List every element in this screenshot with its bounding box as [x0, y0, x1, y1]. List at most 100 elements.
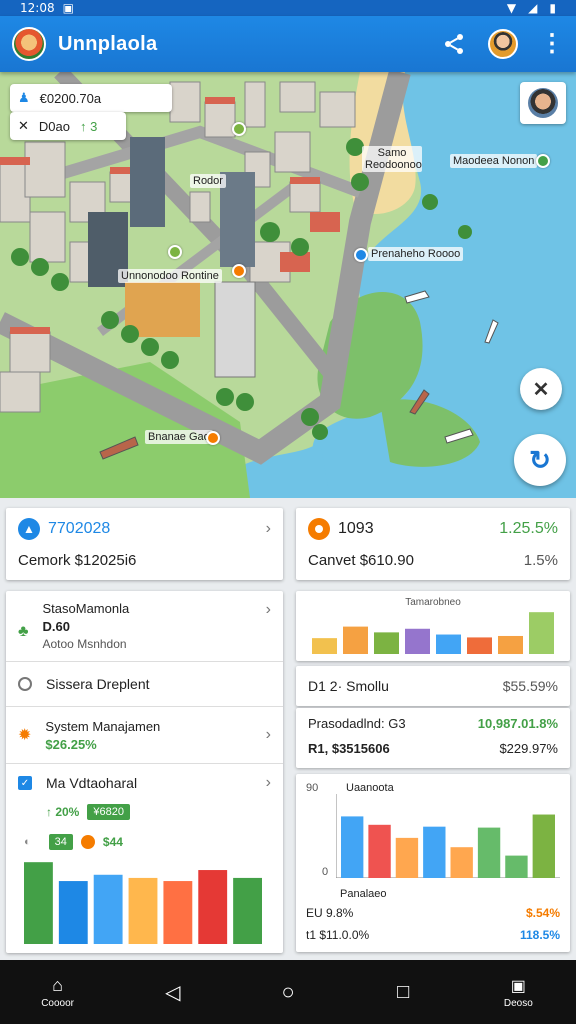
circle-home-icon: ○: [281, 979, 295, 1004]
chart-bar: [395, 837, 419, 878]
value-badge: ¥6820: [87, 804, 130, 820]
chart-bar: [93, 874, 123, 944]
chart-bar: [436, 634, 461, 654]
app-title: Unnplaola: [58, 32, 158, 55]
list-item-value: $26.25%: [45, 736, 97, 752]
map-pin-icon[interactable]: [232, 264, 246, 278]
recents-button[interactable]: □: [373, 981, 433, 1004]
totals-value-2: $229.97%: [499, 741, 558, 756]
map-pin-icon[interactable]: [354, 248, 368, 262]
chevron-right-icon[interactable]: ›: [266, 726, 271, 744]
gear-icon: ✹: [18, 727, 32, 744]
y-axis-tick: 90: [306, 782, 319, 794]
bottom-row-value: $.54%: [525, 906, 560, 920]
stat-row-card[interactable]: D1 2· Smollu $55.59%: [296, 666, 570, 706]
map-pin-icon[interactable]: [206, 431, 220, 445]
wifi-icon: ▼: [506, 1, 517, 15]
map-info-line2: D0ao: [38, 118, 70, 134]
home-icon: ⌂: [52, 975, 64, 995]
home-nav-button[interactable]: ⌂ Coooor: [28, 975, 88, 1009]
summary-right-line: Canvet $610.90: [308, 552, 414, 569]
chart-bar: [163, 881, 193, 944]
chart-bar: [343, 626, 368, 654]
list-item-title: StasoMamonla: [42, 601, 130, 616]
radio-button[interactable]: [18, 677, 32, 691]
y-axis-tick: 0: [322, 866, 329, 878]
list-item[interactable]: ✹ System Manajamen $26.25% ›: [6, 707, 283, 763]
map-info-line1: €0200.70a: [39, 90, 102, 106]
refresh-fab-icon[interactable]: ↻: [514, 434, 566, 486]
home-button[interactable]: ○: [258, 979, 318, 1005]
toggle-icon[interactable]: ◐: [24, 836, 31, 848]
chevron-right-icon[interactable]: ›: [266, 774, 271, 792]
chart-bar: [498, 635, 523, 654]
map-label[interactable]: Maodeea Nonon: [450, 154, 538, 168]
profile-avatar[interactable]: [488, 29, 518, 59]
map-info-value: ↑ 3: [79, 118, 98, 134]
trend-label: ↑ 20%: [46, 805, 80, 819]
list-item[interactable]: ♣ StasoMamonla D.60 Aotoo Msnhdon ›: [6, 591, 283, 661]
map-label[interactable]: Samo Reodoonoo: [362, 146, 422, 172]
mini-chart-title: Tamarobneo: [405, 597, 461, 608]
chart-bar: [477, 827, 501, 878]
notification-icon: ▣: [62, 1, 74, 15]
map-label[interactable]: Bnanae Gao: [145, 430, 213, 444]
mini-chart-card[interactable]: Tamarobneo: [296, 591, 570, 661]
chart-bar: [423, 826, 446, 878]
people-icon: ♣: [18, 623, 29, 640]
map-label[interactable]: Unnonodoo Rontine: [118, 269, 222, 283]
bottom-chart-subtitle: Panalaeo: [340, 888, 387, 900]
app-logo[interactable]: [12, 27, 46, 61]
bottom-row-value: 118.5%: [519, 928, 560, 942]
overflow-menu-icon[interactable]: ⋮: [540, 32, 564, 56]
summary-right-percent: 1.25.5%: [499, 520, 558, 537]
list-item[interactable]: ✓ Ma Vdtaoharal › ↑ 20% ¥6820 ◐ 34 $44: [6, 764, 283, 954]
coin-icon: [308, 518, 330, 540]
status-bar: 12:08 ▣ ▼ ◢ ▮: [0, 0, 576, 16]
summary-card-right[interactable]: 1093 1.25.5% Canvet $610.90 1.5%: [296, 508, 570, 580]
tools-fab-icon[interactable]: ✕: [520, 368, 562, 410]
chart-bar: [505, 855, 528, 878]
bottom-chart-title: Uaanoota: [346, 782, 394, 794]
list-item-title: Sissera Dreplent: [46, 676, 150, 692]
chevron-right-icon[interactable]: ›: [266, 601, 271, 619]
summary-card-left[interactable]: ▲ 7702028 › Cemork $12025i6: [6, 508, 283, 580]
chart-bar: [467, 637, 492, 654]
app-bar: Unnplaola ⋮: [0, 16, 576, 72]
map-label[interactable]: Prenaheho Roooo: [368, 247, 464, 261]
chart-bar: [312, 638, 337, 654]
map-thumbnail-avatar[interactable]: [520, 82, 566, 124]
share-icon[interactable]: [442, 32, 466, 56]
list-item-sub: Aotoo Msnhdon: [42, 637, 127, 651]
device-icon: ▣: [510, 977, 526, 995]
home-nav-label: Coooor: [41, 998, 74, 1009]
chevron-right-icon[interactable]: ›: [266, 520, 271, 538]
system-nav-bar: ⌂ Coooor ◁ ○ □ ▣ Deoso: [0, 960, 576, 1024]
back-button[interactable]: ◁: [143, 980, 203, 1005]
bottom-chart-card[interactable]: 90 Uaanoota 0 Panalaeo EU 9.8% $.54% t1 …: [296, 774, 570, 952]
list-item[interactable]: Sissera Dreplent: [6, 662, 283, 706]
chart-bar: [368, 824, 391, 878]
map-pin-icon[interactable]: [536, 154, 550, 168]
list-item-title: System Manajamen: [45, 718, 161, 734]
map-pin-icon[interactable]: [168, 245, 182, 259]
chart-bar: [341, 816, 364, 878]
signal-icon: ◢: [528, 1, 538, 15]
map-pin-icon[interactable]: [232, 122, 246, 136]
square-recents-icon: □: [397, 980, 410, 1003]
map-label[interactable]: Rodor: [190, 174, 226, 188]
map-info-card[interactable]: ♟ €0200.70a: [10, 84, 172, 112]
summary-right-title: 1093: [338, 520, 374, 537]
chart-bar: [58, 881, 88, 944]
device-nav-button[interactable]: ▣ Deoso: [488, 976, 548, 1009]
chart-bar: [374, 632, 399, 654]
summary-left-line: Cemork $12025i6: [18, 552, 137, 569]
amount-label: $44: [102, 835, 123, 849]
summary-left-title: 7702028: [48, 520, 111, 537]
chart-bar: [233, 877, 262, 944]
map-info-card-2[interactable]: ✕ D0ao ↑ 3: [10, 112, 126, 140]
totals-value-1: 10,987.01.8%: [477, 716, 558, 731]
checkbox-checked[interactable]: ✓: [18, 776, 32, 790]
totals-card[interactable]: Prasodadlnd: G3 10,987.01.8% R1, $351560…: [296, 708, 570, 768]
city-map[interactable]: ♟ €0200.70a ✕ D0ao ↑ 3 Rodor Samo Reodoo…: [0, 72, 576, 498]
